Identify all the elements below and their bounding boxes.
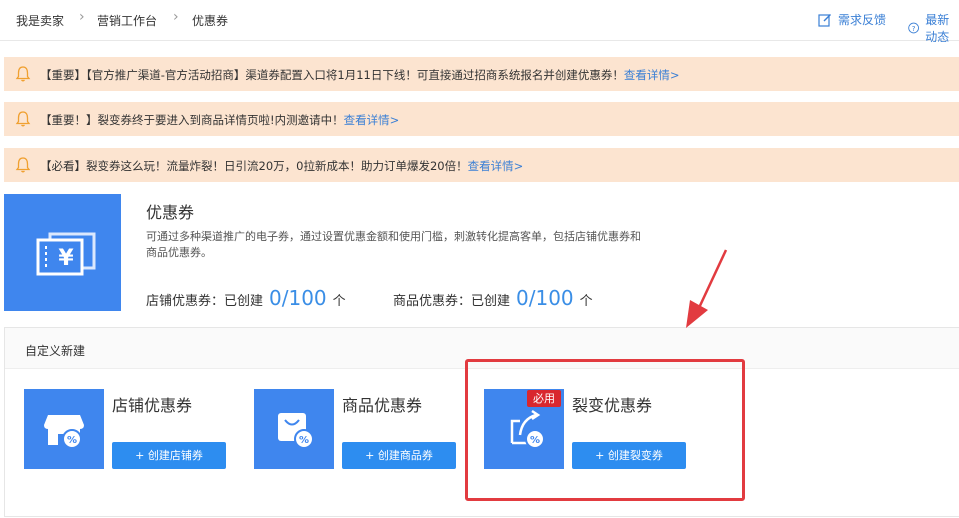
notice-detail-link[interactable]: 查看详情> bbox=[344, 113, 400, 127]
notice-detail-link[interactable]: 查看详情> bbox=[468, 159, 524, 173]
coupon-hero-icon: ¥ bbox=[4, 194, 121, 311]
item-stat-label: 商品优惠券：已创建 bbox=[393, 294, 511, 309]
page-title: 优惠券 bbox=[146, 203, 195, 222]
notice-text: 【必看】裂变券这么玩！流量炸裂！日引流20万，0拉新成本！助力订单爆发20倍！查… bbox=[40, 158, 523, 174]
feedback-label: 需求反馈 bbox=[838, 13, 887, 27]
highlight-box bbox=[465, 359, 745, 501]
coupon-description: 可通过多种渠道推广的电子券，通过设置优惠金额和使用门槛，刺激转化提高客单，包括店… bbox=[146, 230, 641, 259]
svg-text:%: % bbox=[299, 435, 309, 446]
create-item-coupon-button[interactable]: + 创建商品券 bbox=[342, 442, 456, 469]
bell-icon bbox=[15, 157, 31, 173]
create-shop-coupon-button[interactable]: + 创建店铺券 bbox=[112, 442, 226, 469]
latest-news-link[interactable]: ? 最新动态 bbox=[908, 11, 959, 45]
shop-coupon-icon: % bbox=[24, 389, 104, 469]
notice-message: 【重要】【官方推广渠道-官方活动招商】渠道券配置入口将1月11日下线！可直接通过… bbox=[40, 68, 624, 82]
item-coupon-stat: 商品优惠券：已创建 0/100 个 bbox=[393, 286, 593, 310]
bell-icon bbox=[15, 66, 31, 82]
breadcrumb-item-marketing[interactable]: 营销工作台 bbox=[97, 12, 157, 29]
shop-coupon-title: 店铺优惠券 bbox=[112, 396, 193, 415]
notice-banner: 【重要！】裂变券终于要进入到商品详情页啦!内测邀请中！查看详情> bbox=[4, 102, 959, 136]
item-stat-unit: 个 bbox=[579, 294, 593, 309]
help-icon: ? bbox=[908, 22, 919, 34]
notice-text: 【重要】【官方推广渠道-官方活动招商】渠道券配置入口将1月11日下线！可直接通过… bbox=[40, 67, 679, 83]
panel-title: 自定义新建 bbox=[25, 344, 86, 358]
latest-news-label: 最新动态 bbox=[925, 13, 950, 44]
shop-stat-count: 0/100 bbox=[269, 286, 327, 310]
chevron-right-icon: › bbox=[79, 9, 85, 25]
annotation-arrow-icon bbox=[686, 249, 728, 328]
feedback-link[interactable]: 需求反馈 bbox=[818, 11, 886, 28]
chevron-right-icon: › bbox=[173, 9, 179, 25]
svg-text:%: % bbox=[67, 435, 77, 446]
edit-icon bbox=[818, 13, 831, 27]
notice-message: 【重要！】裂变券终于要进入到商品详情页啦!内测邀请中！ bbox=[40, 113, 344, 127]
svg-text:¥: ¥ bbox=[58, 246, 74, 271]
breadcrumb-item-seller[interactable]: 我是卖家 bbox=[16, 12, 64, 29]
shop-stat-label: 店铺优惠券：已创建 bbox=[146, 294, 264, 309]
breadcrumb-item-coupon: 优惠券 bbox=[192, 14, 229, 28]
notice-message: 【必看】裂变券这么玩！流量炸裂！日引流20万，0拉新成本！助力订单爆发20倍！ bbox=[40, 159, 468, 173]
notice-detail-link[interactable]: 查看详情> bbox=[624, 68, 680, 82]
svg-text:?: ? bbox=[912, 24, 916, 33]
ticket-yen-icon: ¥ bbox=[36, 232, 96, 276]
item-stat-count: 0/100 bbox=[516, 286, 574, 310]
shop-stat-unit: 个 bbox=[332, 294, 346, 309]
notice-text: 【重要！】裂变券终于要进入到商品详情页啦!内测邀请中！查看详情> bbox=[40, 112, 399, 128]
item-coupon-title: 商品优惠券 bbox=[342, 396, 423, 415]
notice-banner: 【重要】【官方推广渠道-官方活动招商】渠道券配置入口将1月11日下线！可直接通过… bbox=[4, 57, 959, 91]
top-bar: 我是卖家 › 营销工作台 › 优惠券 需求反馈 ? 最新动态 bbox=[0, 0, 959, 44]
shop-coupon-stat: 店铺优惠券：已创建 0/100 个 bbox=[146, 286, 346, 310]
notice-banner: 【必看】裂变券这么玩！流量炸裂！日引流20万，0拉新成本！助力订单爆发20倍！查… bbox=[4, 148, 959, 182]
bag-coupon-icon: % bbox=[254, 389, 334, 469]
bell-icon bbox=[15, 111, 31, 127]
